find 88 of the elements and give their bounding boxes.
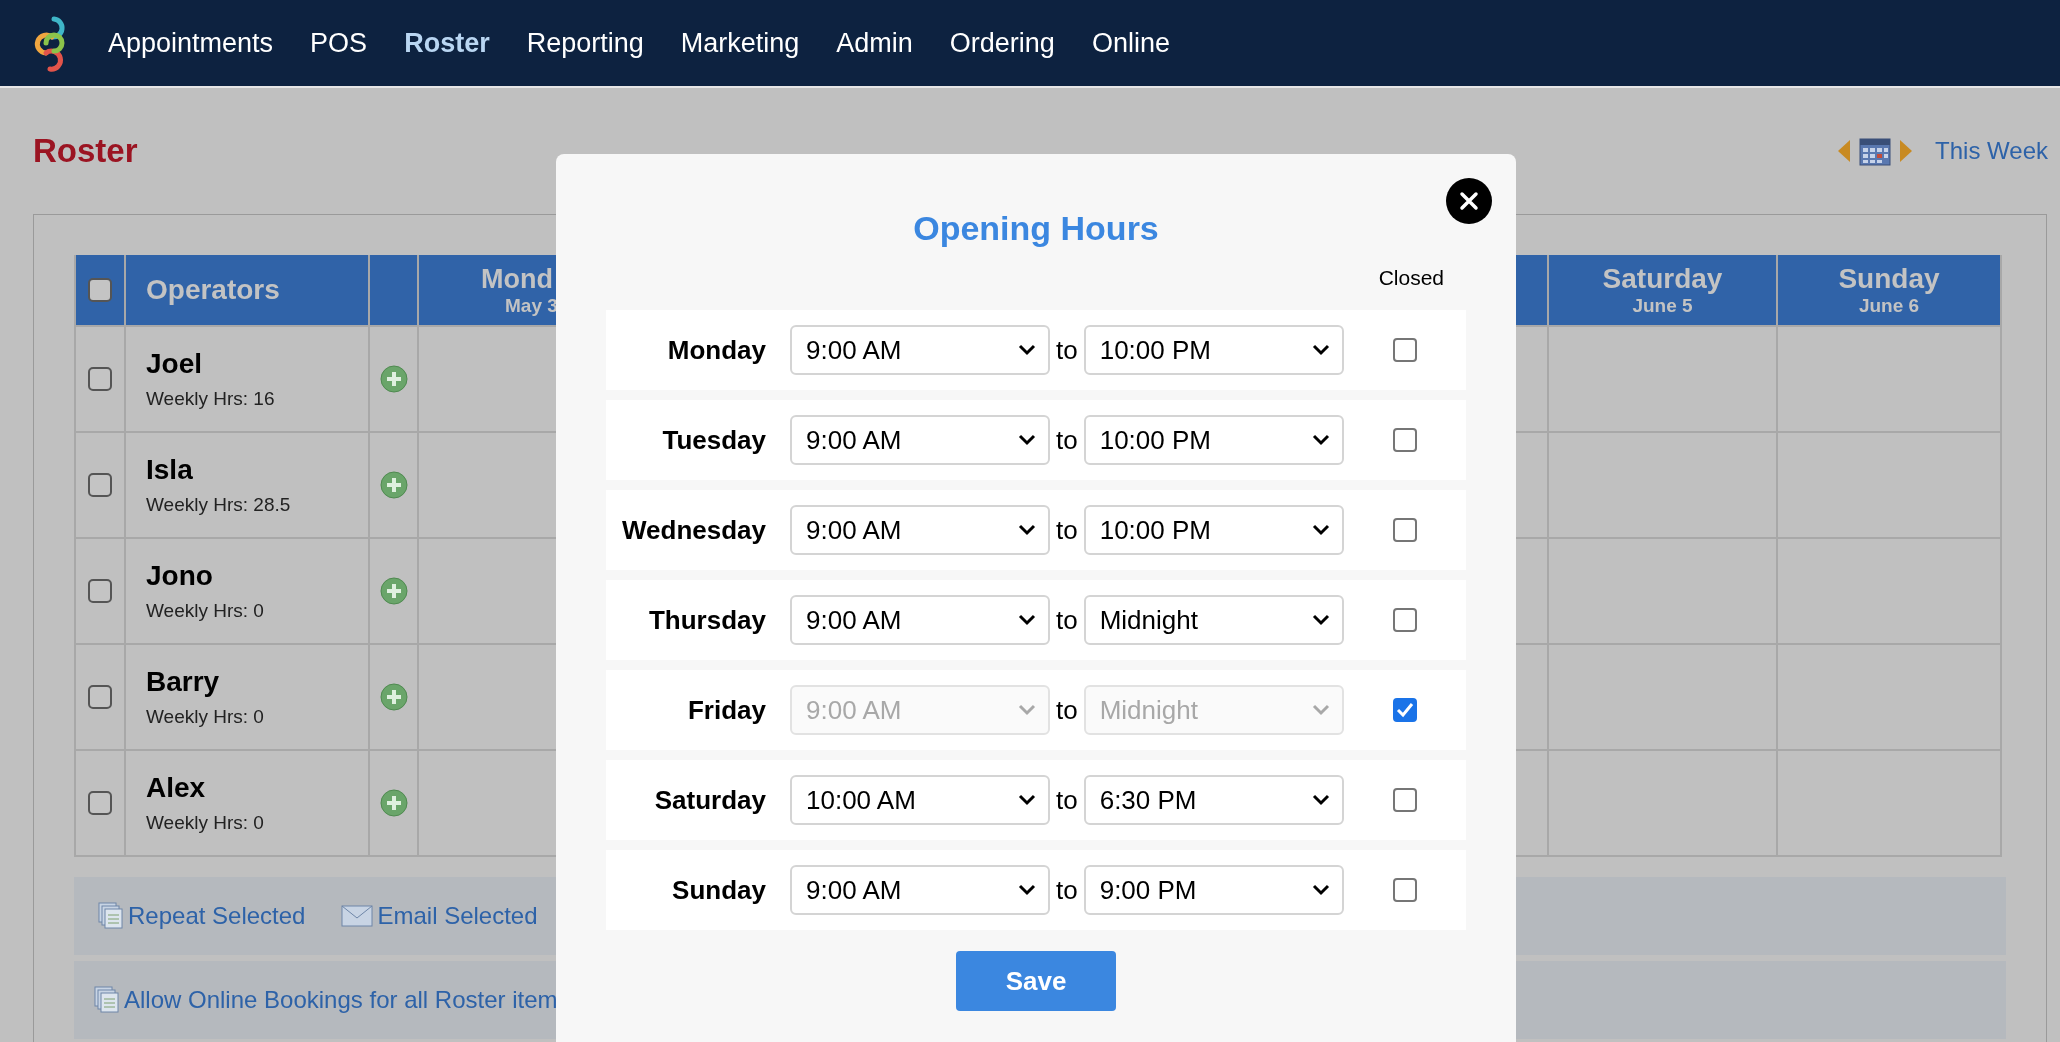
chevron-icon bbox=[1311, 524, 1330, 536]
nav-link[interactable]: POS bbox=[310, 27, 368, 59]
weekly-hours: Weekly Hrs: 0 bbox=[146, 812, 264, 834]
time-dropdown[interactable]: 10:00 AM bbox=[790, 775, 1050, 825]
chevron-icon bbox=[1018, 434, 1036, 446]
day-label: Saturday bbox=[653, 784, 766, 816]
to-label: to bbox=[1056, 784, 1078, 816]
to-label: to bbox=[1056, 334, 1078, 366]
chevron-icon bbox=[1311, 704, 1330, 716]
time-dropdown[interactable]: 9:00 AM bbox=[790, 325, 1050, 375]
add-icon[interactable] bbox=[379, 577, 408, 605]
closed-checkbox[interactable] bbox=[1392, 788, 1417, 812]
day-label: Thursday bbox=[647, 604, 766, 636]
dialog-title: Opening Hours bbox=[912, 208, 1160, 248]
operator-name: Alex bbox=[146, 772, 206, 804]
nav-link[interactable]: Online bbox=[1091, 27, 1170, 59]
add-icon[interactable] bbox=[379, 683, 408, 711]
operator-name: Barry bbox=[146, 666, 220, 698]
to-label: to bbox=[1056, 694, 1078, 726]
chevron-icon bbox=[1018, 614, 1036, 626]
chevron-icon bbox=[1018, 344, 1036, 356]
nav-link[interactable]: Appointments bbox=[108, 27, 274, 59]
calendar-icon[interactable] bbox=[1859, 136, 1892, 166]
to-label: to bbox=[1056, 424, 1078, 456]
day-label: Friday bbox=[686, 694, 766, 726]
page-title: Roster bbox=[33, 132, 139, 170]
nav-link[interactable]: Ordering bbox=[949, 27, 1055, 59]
day-column-header: Sunday June 6 bbox=[1778, 255, 2002, 325]
operator-name: Jono bbox=[146, 560, 213, 592]
to-label: to bbox=[1056, 604, 1078, 636]
to-label: to bbox=[1056, 874, 1078, 906]
row-checkbox[interactable] bbox=[88, 473, 112, 497]
weekly-hours: Weekly Hrs: 0 bbox=[146, 600, 264, 622]
row-checkbox[interactable] bbox=[88, 791, 112, 815]
add-icon[interactable] bbox=[379, 789, 408, 817]
closed-checkbox[interactable] bbox=[1392, 608, 1417, 632]
closed-checkbox[interactable] bbox=[1392, 878, 1417, 902]
time-dropdown[interactable]: 9:00 AM bbox=[790, 415, 1050, 465]
day-label: Monday bbox=[666, 334, 766, 366]
nav-link[interactable]: Roster bbox=[404, 27, 490, 59]
row-checkbox[interactable] bbox=[88, 685, 112, 709]
chevron-icon bbox=[1311, 884, 1330, 896]
envelope-icon bbox=[341, 905, 374, 927]
add-icon[interactable] bbox=[379, 365, 408, 393]
save-button[interactable]: Save bbox=[956, 951, 1116, 1011]
day-column-header: Saturday June 5 bbox=[1549, 255, 1778, 325]
weekly-hours: Weekly Hrs: 0 bbox=[146, 706, 264, 728]
close-icon[interactable] bbox=[1446, 178, 1492, 224]
column-header: Operators bbox=[126, 255, 370, 325]
day-label: Tuesday bbox=[661, 424, 766, 456]
chevron-icon bbox=[1018, 524, 1036, 536]
chevron-icon bbox=[1018, 884, 1036, 896]
time-dropdown[interactable]: 9:00 AM bbox=[790, 505, 1050, 555]
closed-checkbox[interactable] bbox=[1392, 518, 1417, 542]
to-label: to bbox=[1056, 514, 1078, 546]
operator-name: Joel bbox=[146, 348, 203, 380]
chevron-icon bbox=[1311, 344, 1330, 356]
chevron-icon bbox=[1311, 614, 1330, 626]
weekly-hours: Weekly Hrs: 16 bbox=[146, 388, 275, 410]
nav-link[interactable]: Reporting bbox=[526, 27, 644, 59]
column-label: Closed bbox=[1378, 266, 1444, 291]
time-dropdown[interactable]: 6:30 PM bbox=[1083, 775, 1344, 825]
select-all-checkbox[interactable] bbox=[88, 278, 112, 302]
add-icon[interactable] bbox=[379, 471, 408, 499]
time-dropdown[interactable]: 9:00 PM bbox=[1083, 865, 1344, 915]
closed-checkbox[interactable] bbox=[1392, 698, 1417, 722]
chevron-icon bbox=[1311, 794, 1330, 806]
time-dropdown[interactable]: 9:00 AM bbox=[790, 595, 1050, 645]
time-dropdown[interactable]: Midnight bbox=[1083, 595, 1344, 645]
time-dropdown[interactable]: 10:00 PM bbox=[1083, 325, 1344, 375]
chevron-icon bbox=[1018, 794, 1036, 806]
closed-checkbox[interactable] bbox=[1392, 428, 1417, 452]
chevron-icon bbox=[1311, 434, 1330, 446]
time-dropdown[interactable]: 10:00 PM bbox=[1083, 415, 1344, 465]
documents-icon bbox=[94, 986, 120, 1014]
time-dropdown[interactable]: 10:00 PM bbox=[1083, 505, 1344, 555]
day-label: Sunday bbox=[671, 874, 766, 906]
row-checkbox[interactable] bbox=[88, 579, 112, 603]
operator-name: Isla bbox=[146, 454, 193, 486]
chevron-icon bbox=[1018, 704, 1036, 716]
time-dropdown[interactable]: 9:00 AM bbox=[790, 865, 1050, 915]
row-checkbox[interactable] bbox=[88, 367, 112, 391]
weekly-hours: Weekly Hrs: 28.5 bbox=[146, 494, 291, 516]
nav-link[interactable]: Marketing bbox=[680, 27, 800, 59]
closed-checkbox[interactable] bbox=[1392, 338, 1417, 362]
documents-icon bbox=[98, 902, 124, 930]
day-label: Wednesday bbox=[621, 514, 766, 546]
nav-link[interactable]: Admin bbox=[836, 27, 913, 59]
